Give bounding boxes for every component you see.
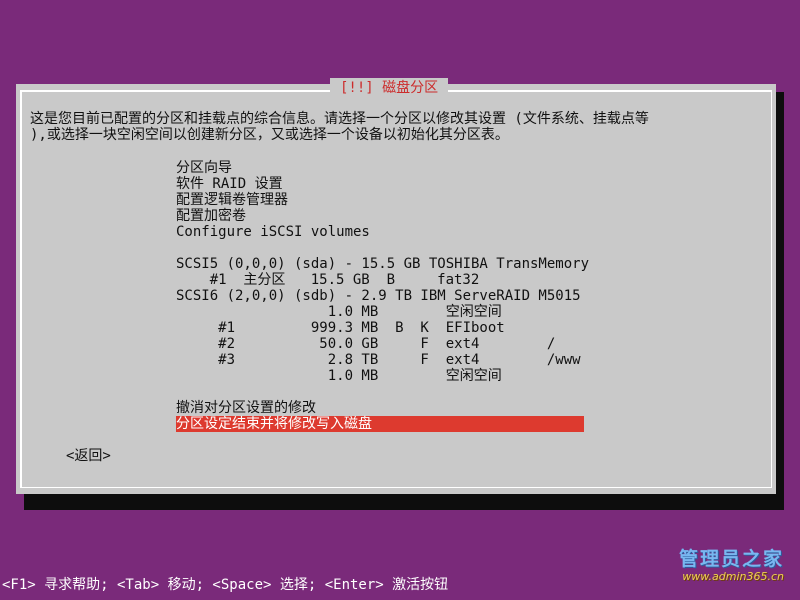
- device-sda[interactable]: SCSI5 (0,0,0) (sda) - 15.5 GB TOSHIBA Tr…: [176, 256, 589, 272]
- free-space-sdb-1[interactable]: 1.0 MB 空闲空间: [176, 304, 502, 320]
- menu-item-guided[interactable]: 分区向导: [176, 160, 232, 176]
- menu-item-crypto[interactable]: 配置加密卷: [176, 208, 246, 224]
- menu-item-undo[interactable]: 撤消对分区设置的修改: [176, 400, 316, 416]
- free-space-sdb-2[interactable]: 1.0 MB 空闲空间: [176, 368, 502, 384]
- help-bar: <F1> 寻求帮助; <Tab> 移动; <Space> 选择; <Enter>…: [2, 577, 449, 593]
- watermark-name: 管理员之家: [678, 548, 784, 570]
- menu-item-finish[interactable]: 分区设定结束并将修改写入磁盘: [176, 416, 584, 432]
- partition-sdb1[interactable]: #1 999.3 MB B K EFIboot: [176, 320, 505, 336]
- partition-sdb3[interactable]: #3 2.8 TB F ext4 /www: [176, 352, 580, 368]
- device-sdb[interactable]: SCSI6 (2,0,0) (sdb) - 2.9 TB IBM ServeRA…: [176, 288, 581, 304]
- back-button[interactable]: <返回>: [66, 448, 111, 464]
- watermark-url: www.admin365.cn: [682, 570, 784, 583]
- watermark-logo: 管理员之家 www.admin365.cn: [644, 548, 784, 588]
- intro-line-2: ),或选择一块空闲空间以创建新分区，又或选择一个设备以初始化其分区表。: [30, 127, 509, 143]
- menu-item-lvm[interactable]: 配置逻辑卷管理器: [176, 192, 288, 208]
- dialog-title: [!!] 磁盘分区: [330, 78, 449, 98]
- intro-text: 这是您目前已配置的分区和挂载点的综合信息。请选择一个分区以修改其设置 (文件系统…: [30, 111, 770, 143]
- partition-sda1[interactable]: #1 主分区 15.5 GB B fat32: [176, 272, 480, 288]
- menu-item-raid[interactable]: 软件 RAID 设置: [176, 176, 283, 192]
- partition-sdb2[interactable]: #2 50.0 GB F ext4 /: [176, 336, 555, 352]
- intro-line-1: 这是您目前已配置的分区和挂载点的综合信息。请选择一个分区以修改其设置 (文件系统…: [30, 111, 649, 127]
- menu-item-iscsi[interactable]: Configure iSCSI volumes: [176, 224, 370, 240]
